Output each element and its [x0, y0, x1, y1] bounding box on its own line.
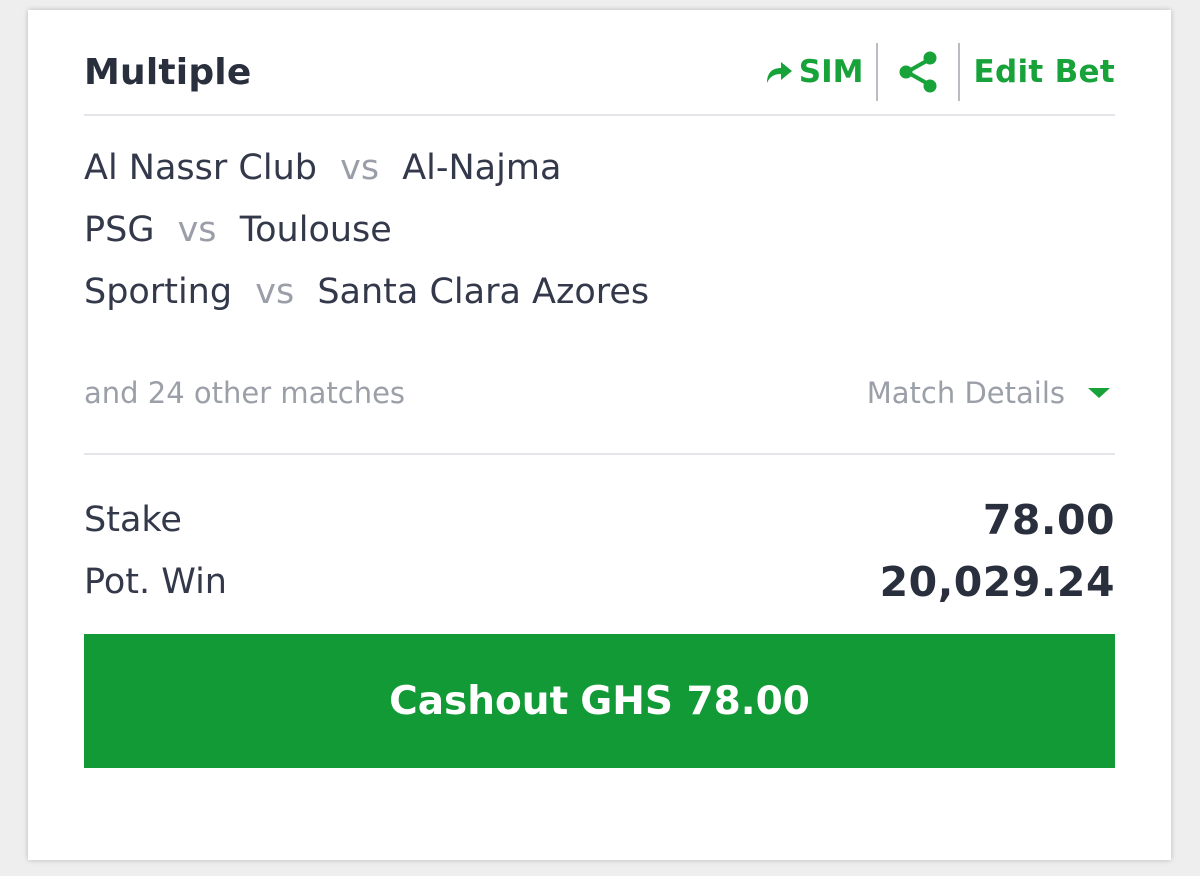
away-team: Toulouse — [239, 210, 392, 250]
match-row: Al Nassr Club vs Al-Najma — [84, 148, 1115, 210]
forward-arrow-icon — [766, 62, 792, 83]
bet-type-title: Multiple — [84, 51, 252, 93]
sim-button[interactable]: SIM — [764, 54, 876, 90]
bet-summary: Stake 78.00 Pot. Win 20,029.24 — [84, 489, 1115, 613]
match-details-toggle[interactable]: Match Details — [867, 376, 1115, 410]
vs-label: vs — [177, 210, 217, 250]
stake-row: Stake 78.00 — [84, 489, 1115, 551]
away-team: Al-Najma — [402, 148, 562, 188]
home-team: PSG — [84, 210, 155, 250]
home-team: Sporting — [84, 272, 233, 312]
match-details-label: Match Details — [866, 376, 1065, 410]
stake-label: Stake — [84, 500, 182, 540]
match-list: Al Nassr Club vs Al-Najma PSG vs Toulous… — [84, 148, 1115, 334]
bet-actions: SIM Edit Bet — [764, 42, 1115, 102]
cashout-button[interactable]: Cashout GHS 78.00 — [84, 634, 1115, 768]
share-button[interactable] — [878, 50, 958, 94]
bet-header: Multiple SIM Edit Bet — [84, 36, 1115, 108]
more-matches-text: and 24 other matches — [84, 376, 406, 410]
bet-card: Multiple SIM Edit Bet Al Nassr Club vs A… — [28, 10, 1171, 860]
edit-bet-button[interactable]: Edit Bet — [960, 54, 1115, 90]
share-icon — [899, 51, 937, 93]
match-row: Sporting vs Santa Clara Azores — [84, 272, 1115, 334]
cashout-amount: GHS 78.00 — [580, 678, 810, 724]
vs-label: vs — [340, 148, 380, 188]
sim-label: SIM — [798, 54, 864, 90]
divider — [84, 453, 1115, 455]
away-team: Santa Clara Azores — [317, 272, 650, 312]
cashout-label: Cashout — [389, 678, 569, 724]
home-team: Al Nassr Club — [84, 148, 317, 188]
pot-win-value: 20,029.24 — [879, 558, 1115, 606]
match-row: PSG vs Toulouse — [84, 210, 1115, 272]
vs-label: vs — [255, 272, 295, 312]
stake-value: 78.00 — [982, 496, 1115, 544]
pot-win-label: Pot. Win — [84, 562, 227, 602]
more-matches-row: and 24 other matches Match Details — [84, 368, 1115, 418]
pot-win-row: Pot. Win 20,029.24 — [84, 551, 1115, 613]
caret-down-icon — [1088, 388, 1110, 398]
divider — [84, 114, 1115, 116]
